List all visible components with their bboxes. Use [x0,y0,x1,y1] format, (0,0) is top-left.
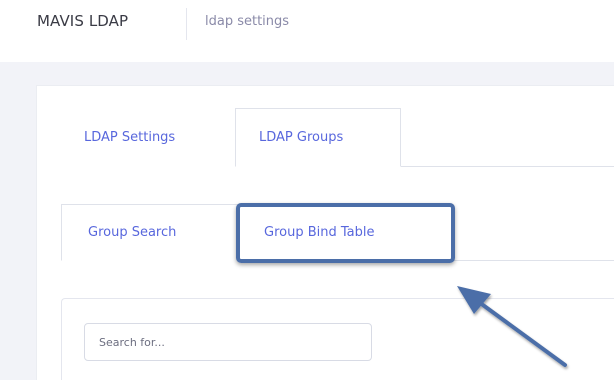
app-title: MAVIS LDAP [37,12,129,30]
subtab-group-bind-table[interactable]: Group Bind Table [240,204,452,261]
search-input[interactable] [84,323,372,361]
subtab-group-search[interactable]: Group Search [61,204,238,261]
arrow-pointer-icon [457,286,567,367]
tab-ldap-groups[interactable]: LDAP Groups [235,108,401,167]
top-bar: MAVIS LDAP ldap settings [0,0,614,62]
tab-ldap-settings[interactable]: LDAP Settings [61,108,235,167]
breadcrumb[interactable]: ldap settings [205,14,289,29]
header-divider [186,8,187,40]
